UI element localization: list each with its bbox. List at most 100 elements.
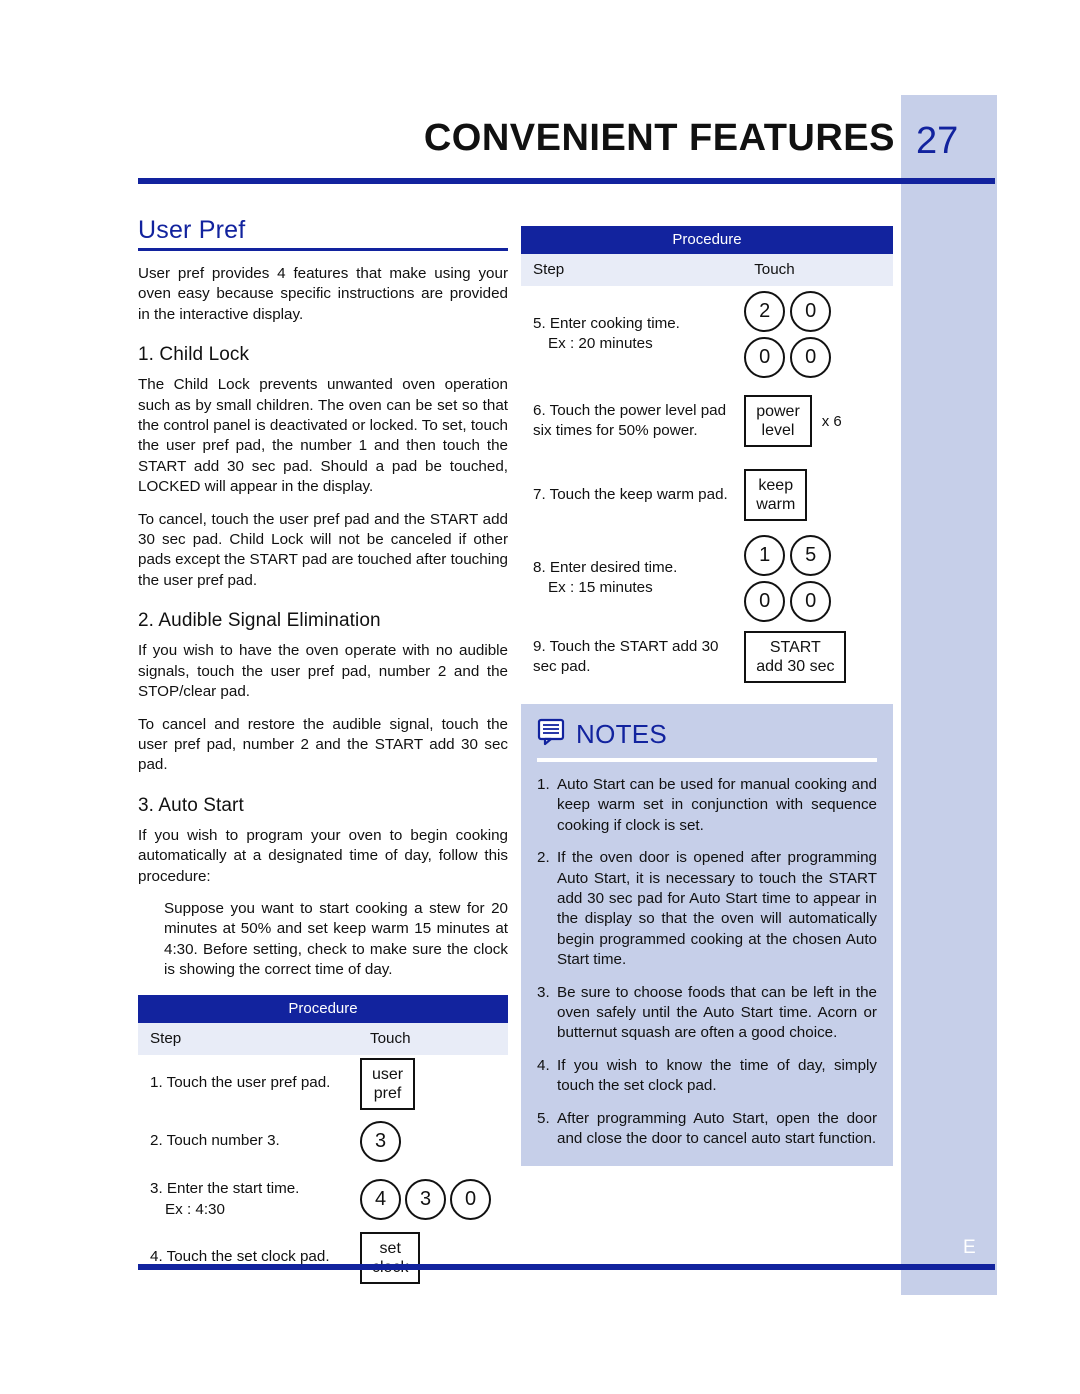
key-line-2: level	[761, 422, 795, 439]
step-text: 2. Touch number 3.	[150, 1132, 280, 1150]
procedure-table-column-headers: Step Touch	[138, 1022, 508, 1055]
table-row: 7. Touch the keep warm pad. keep warm	[521, 460, 893, 530]
step-main: 5. Enter cooking time.	[533, 314, 680, 332]
step-text: 6. Touch the power level pad six times f…	[533, 401, 727, 439]
list-item: 3. Be sure to choose foods that can be l…	[537, 983, 877, 1044]
key-pad-grid: 2 0 0 0	[744, 290, 832, 378]
note-number: 2.	[537, 849, 550, 867]
key-pad-grid-row: 0 0	[744, 336, 832, 378]
step-text: 9. Touch the START add 30 sec pad.	[533, 637, 719, 675]
key-pad-power-level[interactable]: power level	[744, 395, 812, 447]
key-line-1: keep	[758, 477, 794, 494]
key-line-2: add 30 sec	[756, 658, 835, 675]
list-item: 4. If you wish to know the time of day, …	[537, 1056, 877, 1097]
procedure-table-column-headers: Step Touch	[521, 254, 893, 286]
page-title: CONVENIENT FEATURES	[423, 117, 895, 159]
key-line-1: user	[372, 1065, 404, 1083]
note-text: If the oven door is opened after program…	[557, 849, 877, 969]
header-rule	[138, 178, 995, 184]
note-number: 4.	[537, 1056, 550, 1074]
touch-keys: set clock	[360, 1231, 508, 1284]
subsection-heading-child-lock: 1. Child Lock	[138, 344, 250, 366]
note-text: After programming Auto Start, open the d…	[557, 1109, 877, 1148]
note-text: Auto Start can be used for manual cookin…	[557, 776, 877, 834]
key-pad-number[interactable]: 0	[790, 290, 832, 332]
footer-rule	[138, 1264, 995, 1270]
procedure-table-left: Procedure Step Touch 1. Touch the user p…	[138, 994, 508, 1287]
page-number: 27	[916, 120, 959, 162]
table-row: 1. Touch the user pref pad. user pref	[138, 1055, 508, 1113]
touch-keys: user pref	[360, 1057, 508, 1110]
key-pad-number[interactable]: 0	[744, 580, 786, 622]
key-pad-number[interactable]: 3	[360, 1121, 401, 1163]
edge-language-letter: E	[963, 1237, 977, 1258]
key-pad-number[interactable]: 0	[790, 336, 832, 378]
subsection-heading-auto-start: 3. Auto Start	[138, 794, 244, 816]
page-edge-tint-bar	[901, 95, 997, 1295]
step-example: Ex : 15 minutes	[548, 579, 653, 596]
key-pad-keep-warm[interactable]: keep warm	[744, 469, 808, 521]
auto-start-paragraph-1: If you wish to program your oven to begi…	[138, 826, 508, 885]
key-pad-set-clock[interactable]: set clock	[360, 1231, 421, 1284]
touch-keys: 1 5 0 0	[744, 534, 893, 622]
notes-box: NOTES 1. Auto Start can be used for manu…	[521, 704, 893, 1166]
key-pad-number[interactable]: 5	[790, 534, 832, 576]
auto-start-example-paragraph: Suppose you want to start cooking a stew…	[164, 899, 508, 979]
note-text: If you wish to know the time of day, sim…	[557, 1056, 877, 1095]
touch-keys: 2 0 0 0	[744, 290, 893, 378]
touch-keys: keep warm	[744, 469, 893, 521]
key-pad-number[interactable]: 4	[360, 1179, 401, 1221]
note-text: Be sure to choose foods that can be left…	[557, 983, 877, 1042]
key-pad-number[interactable]: 0	[790, 580, 832, 622]
list-item: 5. After programming Auto Start, open th…	[537, 1109, 877, 1150]
step-text: 5. Enter cooking time. Ex : 20 minutes	[521, 314, 744, 355]
list-item: 2. If the oven door is opened after prog…	[537, 848, 877, 970]
key-pad-user-pref[interactable]: user pref	[360, 1057, 416, 1110]
step-text: 7. Touch the keep warm pad.	[533, 485, 728, 503]
key-line-1: set	[379, 1239, 401, 1257]
key-pad-number[interactable]: 1	[744, 534, 786, 576]
column-header-step: Step	[150, 1029, 182, 1047]
key-line-1: power	[756, 403, 800, 420]
table-row: 2. Touch number 3. 3	[138, 1113, 508, 1171]
step-example: Ex : 4:30	[165, 1200, 225, 1218]
column-header-touch: Touch	[754, 261, 795, 278]
key-pad-grid-row: 1 5	[744, 534, 832, 576]
key-line-2: warm	[756, 496, 796, 513]
notes-header: NOTES	[537, 718, 877, 751]
column-header-touch: Touch	[370, 1029, 411, 1047]
key-line-2: pref	[373, 1084, 402, 1102]
child-lock-paragraph-2: To cancel, touch the user pref pad and t…	[138, 510, 508, 589]
table-row: 3. Enter the start time. Ex : 4:30 4 3 0	[138, 1171, 508, 1229]
right-column: Procedure Step Touch 5. Enter cooking ti…	[521, 226, 893, 1166]
child-lock-paragraph-1: The Child Lock prevents unwanted oven op…	[138, 376, 508, 496]
step-text: 3. Enter the start time. Ex : 4:30	[138, 1179, 360, 1220]
key-line-1: START	[769, 639, 821, 656]
note-number: 5.	[537, 1109, 550, 1127]
touch-keys: 3	[360, 1121, 508, 1163]
left-column: User Pref User pref provides 4 features …	[138, 216, 508, 1287]
note-number: 3.	[537, 983, 550, 1001]
section-title-rule	[138, 248, 508, 251]
step-main: 8. Enter desired time.	[533, 558, 678, 576]
intro-paragraph: User pref provides 4 features that make …	[138, 265, 508, 323]
column-header-step: Step	[533, 261, 565, 278]
key-pad-grid-row: 0 0	[744, 580, 832, 622]
key-pad-grid: 1 5 0 0	[744, 534, 832, 622]
touch-keys: 4 3 0	[360, 1179, 508, 1221]
table-row: 8. Enter desired time. Ex : 15 minutes 1…	[521, 530, 893, 626]
key-pad-number[interactable]: 3	[405, 1179, 446, 1221]
procedure-table-right: Procedure Step Touch 5. Enter cooking ti…	[521, 226, 893, 688]
audible-signal-paragraph-2: To cancel and restore the audible signal…	[138, 715, 508, 774]
key-pad-number[interactable]: 0	[450, 1179, 491, 1221]
subsection-heading-audible-signal: 2. Audible Signal Elimination	[138, 610, 381, 632]
key-pad-number[interactable]: 2	[744, 290, 786, 332]
audible-signal-paragraph-1: If you wish to have the oven operate wit…	[138, 642, 508, 701]
notes-title: NOTES	[576, 719, 668, 749]
table-row: 5. Enter cooking time. Ex : 20 minutes 2…	[521, 286, 893, 382]
procedure-table-title: Procedure	[138, 994, 508, 1023]
key-pad-start-add-30-sec[interactable]: START add 30 sec	[744, 631, 847, 683]
key-pad-number[interactable]: 0	[744, 336, 786, 378]
step-main: 3. Enter the start time.	[150, 1180, 300, 1198]
step-example: Ex : 20 minutes	[548, 335, 653, 352]
